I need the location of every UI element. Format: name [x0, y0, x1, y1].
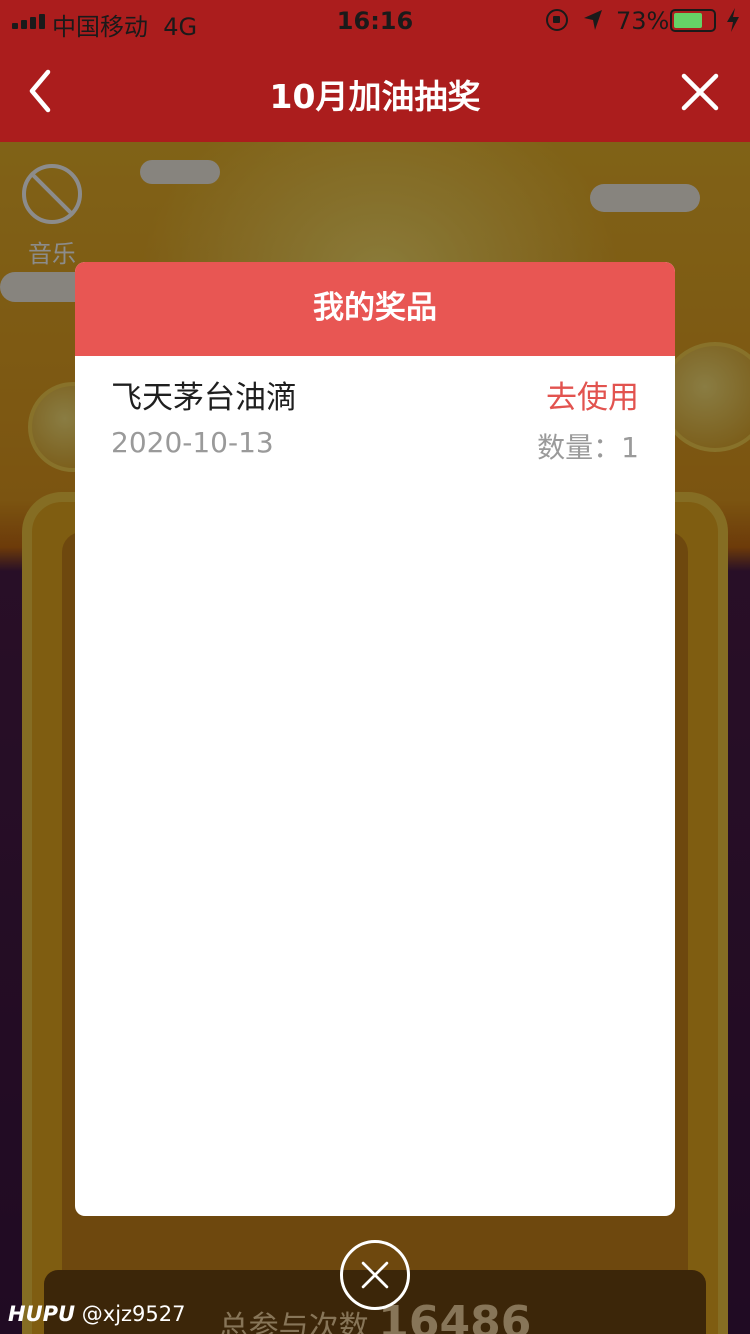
list-item: 飞天茅台油滴 去使用 2020-10-13 数量：1 [75, 356, 675, 476]
battery-icon [670, 9, 716, 32]
use-prize-button[interactable]: 去使用 [546, 372, 639, 417]
watermark: HUPU @xjz9527 [8, 1302, 186, 1326]
prize-name: 飞天茅台油滴 [111, 380, 297, 416]
battery-percentage: 73% [616, 7, 670, 35]
charging-icon [727, 8, 739, 32]
close-dialog-icon[interactable] [340, 1240, 410, 1310]
page-title: 10月加油抽奖 [269, 77, 481, 116]
status-bar: 中国移动 4G 16:16 73% [0, 0, 750, 41]
battery-fill [674, 13, 702, 28]
dialog-title: 我的奖品 [75, 262, 675, 356]
prize-quantity: 数量：1 [537, 431, 639, 464]
close-icon[interactable] [680, 72, 720, 112]
location-arrow-icon [584, 10, 602, 30]
nav-bar: 10月加油抽奖 [0, 40, 750, 142]
orientation-lock-icon [546, 9, 568, 31]
my-prizes-dialog: 我的奖品 飞天茅台油滴 去使用 2020-10-13 数量：1 [75, 262, 675, 1216]
prize-date: 2020-10-13 [111, 426, 274, 459]
